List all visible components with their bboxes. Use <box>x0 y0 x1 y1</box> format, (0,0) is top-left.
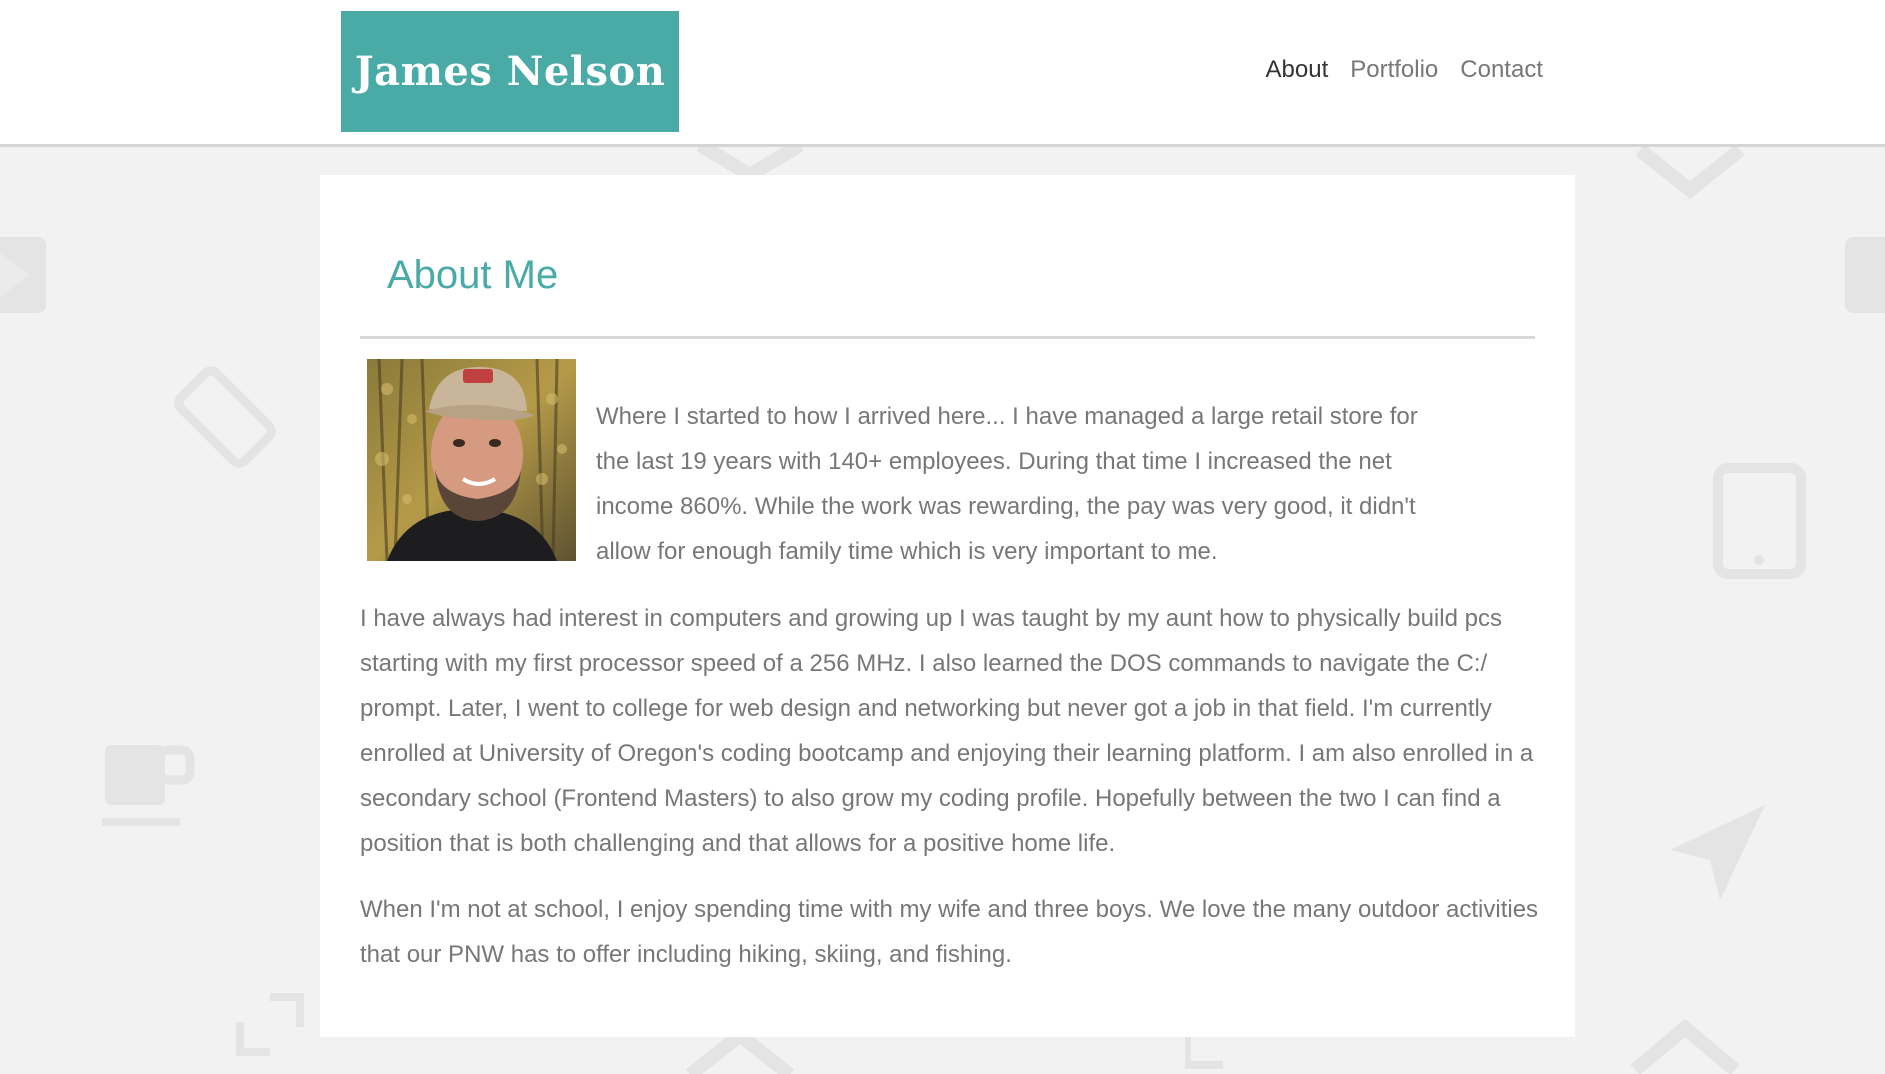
brand-logo[interactable]: James Nelson <box>341 11 679 132</box>
title-divider <box>360 336 1535 339</box>
paper-plane-icon <box>1665 800 1775 910</box>
tablet-icon <box>1712 462 1807 580</box>
profile-photo <box>367 359 576 561</box>
brand-name: James Nelson <box>354 48 666 95</box>
pencil-icon <box>1630 140 1750 200</box>
nav-about-link[interactable]: About <box>1266 56 1329 84</box>
diamond-icon-right <box>1625 1020 1745 1074</box>
about-paragraph-3: When I'm not at school, I enjoy spending… <box>360 896 1539 968</box>
square-icon <box>1185 1035 1225 1074</box>
main-nav: About Portfolio Contact <box>1266 56 1543 84</box>
envelope-icon-right <box>1845 235 1885 315</box>
phone-icon <box>170 360 290 480</box>
envelope-icon <box>0 235 50 315</box>
nav-portfolio-link[interactable]: Portfolio <box>1350 56 1438 84</box>
expand-icon <box>235 992 305 1062</box>
coffee-cup-icon <box>100 740 200 830</box>
nav-contact-link[interactable]: Contact <box>1460 56 1543 84</box>
page-title: About Me <box>387 253 559 297</box>
about-paragraph-2: I have always had interest in computers … <box>360 605 1534 857</box>
about-card: About Me Where I started to how I arrive… <box>320 175 1575 1037</box>
about-paragraph-1: Where I started to how I arrived here...… <box>596 403 1418 565</box>
site-header: James Nelson About Portfolio Contact <box>0 0 1885 147</box>
